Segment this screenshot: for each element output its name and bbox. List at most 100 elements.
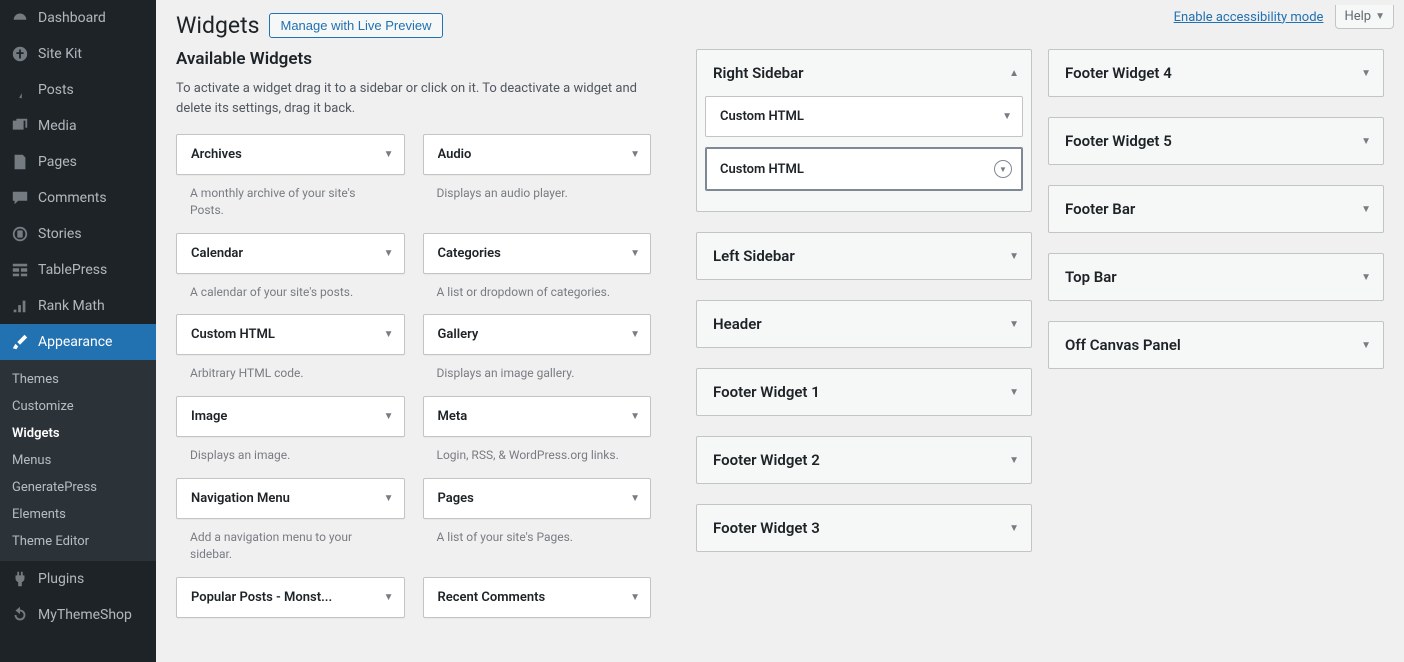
widget-handle[interactable]: Archives ▼	[176, 134, 405, 175]
submenu-item-themes[interactable]: Themes	[0, 366, 156, 393]
sidebar-area-name: Footer Widget 4	[1065, 64, 1172, 82]
widget-handle[interactable]: Audio▼	[423, 134, 652, 175]
menu-item-media[interactable]: Media	[0, 108, 156, 144]
available-widgets-panel: Available Widgets To activate a widget d…	[176, 49, 651, 642]
menu-item-mythemeshop[interactable]: MyThemeShop	[0, 597, 156, 633]
widget-handle[interactable]: Gallery▼	[423, 314, 652, 355]
widget-handle[interactable]: Image▼	[176, 396, 405, 437]
widget-handle[interactable]: Navigation Menu▼	[176, 478, 405, 519]
menu-item-rank-math[interactable]: Rank Math	[0, 288, 156, 324]
sidebar-area-header[interactable]: Footer Widget 1▼	[697, 369, 1031, 415]
pin-icon	[10, 80, 30, 100]
widget-handle[interactable]: Custom HTML▼	[176, 314, 405, 355]
widget-desc: Displays an image.	[176, 437, 405, 478]
chevron-down-icon: ▼	[630, 329, 640, 340]
submenu-item-elements[interactable]: Elements	[0, 501, 156, 528]
sidebar-area-name: Left Sidebar	[713, 247, 795, 265]
submenu-item-customize[interactable]: Customize	[0, 393, 156, 420]
menu-item-pages[interactable]: Pages	[0, 144, 156, 180]
sidebar-area-header[interactable]: Footer Widget 3▼	[697, 505, 1031, 551]
widget-desc: Displays an audio player.	[423, 175, 652, 216]
widget-handle[interactable]: Popular Posts - Monst...▼	[176, 577, 405, 618]
menu-label: Pages	[38, 154, 77, 170]
sidebar-area-header[interactable]: Footer Widget 5▼	[1049, 118, 1383, 164]
menu-label: TablePress	[38, 262, 107, 278]
available-widget: Categories▼A list or dropdown of categor…	[423, 233, 652, 315]
chevron-down-icon: ▼	[1361, 136, 1371, 147]
sidebar-area-header[interactable]: Right Sidebar▲	[697, 50, 1031, 96]
sidebar-area-header[interactable]: Off Canvas Panel▼	[1049, 322, 1383, 368]
sidebar-area-header[interactable]: Footer Widget 2▼	[697, 437, 1031, 483]
comment-icon	[10, 188, 30, 208]
submenu-item-generatepress[interactable]: GeneratePress	[0, 474, 156, 501]
sidebar-area-name: Footer Widget 2	[713, 451, 820, 469]
widget-title: Archives	[191, 147, 242, 162]
sidebar-area-right-sidebar: Right Sidebar▲Custom HTML▼Custom HTML▼	[696, 49, 1032, 212]
menu-label: Media	[38, 118, 77, 134]
sidebar-area-header[interactable]: Left Sidebar▼	[697, 233, 1031, 279]
submenu-item-menus[interactable]: Menus	[0, 447, 156, 474]
sitekit-icon	[10, 44, 30, 64]
menu-label: Stories	[38, 226, 82, 242]
widget-title: Custom HTML	[191, 327, 275, 342]
sidebar-area-footer-widget-1: Footer Widget 1▼	[696, 368, 1032, 416]
submenu-item-theme-editor[interactable]: Theme Editor	[0, 528, 156, 555]
widget-title: Image	[191, 409, 227, 424]
page-icon	[10, 152, 30, 172]
menu-item-plugins[interactable]: Plugins	[0, 561, 156, 597]
sidebar-area-left-sidebar: Left Sidebar▼	[696, 232, 1032, 280]
main-content: Enable accessibility mode Help ▼ Widgets…	[156, 0, 1404, 662]
chevron-down-icon[interactable]: ▼	[994, 160, 1012, 178]
widget-desc: A monthly archive of your site's Posts.	[176, 175, 405, 233]
chevron-down-icon: ▼	[1375, 11, 1385, 22]
sidebar-area-header[interactable]: Top Bar▼	[1049, 254, 1383, 300]
widget-handle[interactable]: Categories▼	[423, 233, 652, 274]
available-widget: Navigation Menu▼Add a navigation menu to…	[176, 478, 405, 577]
menu-label: MyThemeShop	[38, 607, 132, 623]
widget-desc: A calendar of your site's posts.	[176, 274, 405, 315]
help-tab[interactable]: Help ▼	[1335, 5, 1394, 29]
menu-item-site-kit[interactable]: Site Kit	[0, 36, 156, 72]
available-widget: Custom HTML▼Arbitrary HTML code.	[176, 314, 405, 396]
menu-item-stories[interactable]: Stories	[0, 216, 156, 252]
menu-label: Appearance	[38, 334, 112, 350]
widget-desc: Login, RSS, & WordPress.org links.	[423, 437, 652, 478]
sidebar-area-footer-widget-4: Footer Widget 4▼	[1048, 49, 1384, 97]
menu-item-tablepress[interactable]: TablePress	[0, 252, 156, 288]
accessibility-mode-link[interactable]: Enable accessibility mode	[1174, 10, 1324, 25]
sidebar-area-footer-widget-5: Footer Widget 5▼	[1048, 117, 1384, 165]
chevron-down-icon: ▼	[630, 149, 640, 160]
chevron-up-icon: ▲	[1009, 68, 1019, 79]
menu-item-comments[interactable]: Comments	[0, 180, 156, 216]
widget-handle[interactable]: Recent Comments▼	[423, 577, 652, 618]
chevron-down-icon: ▼	[384, 248, 394, 259]
menu-item-appearance[interactable]: Appearance	[0, 324, 156, 360]
media-icon	[10, 116, 30, 136]
chevron-down-icon: ▼	[1361, 204, 1371, 215]
available-widget: Audio▼Displays an audio player.	[423, 134, 652, 233]
sidebar-area-name: Top Bar	[1065, 268, 1117, 286]
menu-item-dashboard[interactable]: Dashboard	[0, 0, 156, 36]
menu-item-posts[interactable]: Posts	[0, 72, 156, 108]
widget-handle[interactable]: Meta▼	[423, 396, 652, 437]
table-icon	[10, 260, 30, 280]
widget-handle[interactable]: Pages▼	[423, 478, 652, 519]
sidebar-area-off-canvas-panel: Off Canvas Panel▼	[1048, 321, 1384, 369]
placed-widget[interactable]: Custom HTML▼	[705, 96, 1023, 137]
widget-desc: A list of your site's Pages.	[423, 519, 652, 560]
sidebar-area-footer-bar: Footer Bar▼	[1048, 185, 1384, 233]
manage-live-preview-button[interactable]: Manage with Live Preview	[269, 13, 442, 38]
menu-label: Plugins	[38, 571, 84, 587]
chevron-down-icon: ▼	[384, 149, 394, 160]
brush-icon	[10, 332, 30, 352]
sidebar-area-header[interactable]: Footer Bar▼	[1049, 186, 1383, 232]
sidebar-area-header[interactable]: Header▼	[697, 301, 1031, 347]
placed-widget[interactable]: Custom HTML▼	[705, 147, 1023, 191]
chevron-down-icon: ▼	[630, 411, 640, 422]
sidebar-area-header[interactable]: Footer Widget 4▼	[1049, 50, 1383, 96]
admin-sidebar: DashboardSite KitPosts Media Pages Comments…	[0, 0, 156, 662]
submenu-item-widgets[interactable]: Widgets	[0, 420, 156, 447]
widget-handle[interactable]: Calendar▼	[176, 233, 405, 274]
chevron-down-icon: ▼	[384, 493, 394, 504]
available-widget: Recent Comments▼	[423, 577, 652, 642]
